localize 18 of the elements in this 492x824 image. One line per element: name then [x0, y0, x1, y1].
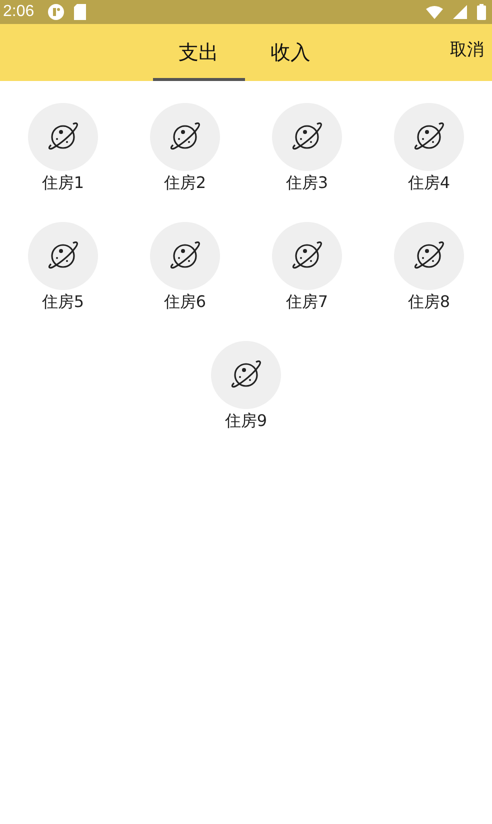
cancel-button[interactable]: 取消 — [450, 38, 484, 61]
category-label: 住房6 — [164, 292, 206, 313]
tab[interactable]: 支出 — [152, 24, 244, 81]
category-label: 住房5 — [42, 292, 84, 313]
battery-icon — [477, 4, 486, 20]
category-label: 住房7 — [286, 292, 328, 313]
category-label: 住房4 — [408, 173, 450, 194]
category-label: 住房2 — [164, 173, 206, 194]
sd-card-icon — [74, 4, 86, 20]
wifi-icon — [426, 6, 443, 18]
category-label: 住房1 — [42, 173, 84, 194]
category-label: 住房3 — [286, 173, 328, 194]
category-label: 住房9 — [224, 411, 268, 432]
tab[interactable]: 收入 — [244, 24, 336, 81]
signal-icon — [453, 5, 467, 19]
notification-icon — [48, 4, 64, 20]
status-time: 2:06 — [3, 3, 34, 21]
category-label: 住房8 — [408, 292, 450, 313]
